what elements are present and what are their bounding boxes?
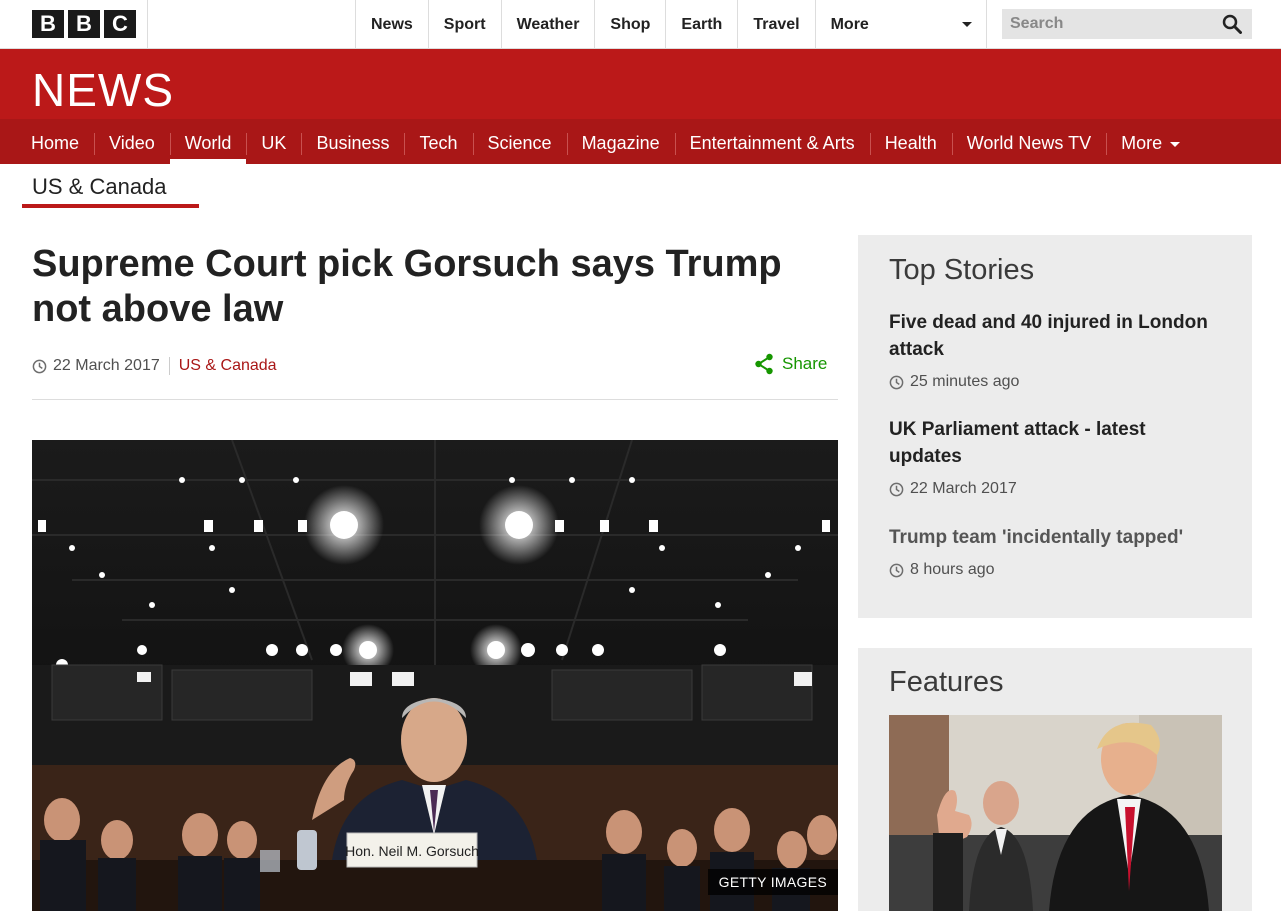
top-story-time: 8 hours ago [910, 561, 995, 578]
subsection-tab[interactable]: US & Canada [22, 164, 199, 208]
search-input[interactable] [1002, 9, 1202, 39]
top-story-timestamp: 22 March 2017 [889, 480, 1219, 498]
news-nav: Home Video World UK Business Tech Scienc… [0, 119, 1281, 164]
global-nav: News Sport Weather Shop Earth Travel Mor… [355, 0, 987, 49]
article-section-link[interactable]: US & Canada [179, 357, 277, 375]
masthead-divider [147, 0, 148, 49]
top-story-item[interactable]: Trump team 'incidentally tapped' 8 hours… [889, 524, 1219, 579]
article-hero-image[interactable]: Hon. Neil M. Gorsuch GETTY IMAGES [32, 440, 838, 911]
global-nav-travel[interactable]: Travel [737, 0, 814, 49]
article-meta: 22 March 2017 US & Canada [32, 355, 277, 377]
bbc-logo[interactable]: B B C [32, 10, 136, 38]
search-box [1002, 9, 1252, 39]
news-nav-more[interactable]: More [1106, 119, 1195, 164]
subsection-label: US & Canada [32, 174, 167, 199]
news-nav-magazine[interactable]: Magazine [566, 119, 675, 164]
news-nav-tech[interactable]: Tech [404, 119, 472, 164]
news-nav-business[interactable]: Business [301, 119, 404, 164]
news-nav-science[interactable]: Science [472, 119, 567, 164]
top-story-item[interactable]: UK Parliament attack - latest updates 22… [889, 416, 1219, 498]
top-story-timestamp: 8 hours ago [889, 561, 1219, 579]
chevron-down-icon [961, 22, 972, 27]
top-story-timestamp: 25 minutes ago [889, 373, 1219, 391]
top-stories-panel: Top Stories Five dead and 40 injured in … [858, 235, 1252, 618]
bbc-masthead: B B C News Sport Weather Shop Earth Trav… [0, 0, 1281, 49]
share-label: Share [782, 354, 828, 373]
logo-letter: B [68, 10, 100, 38]
feature-image[interactable] [889, 715, 1222, 911]
meta-divider [168, 357, 170, 375]
news-nav-entertainment[interactable]: Entertainment & Arts [674, 119, 870, 164]
article-headline: Supreme Court pick Gorsuch says Trump no… [32, 243, 782, 330]
clock-icon [32, 359, 47, 373]
logo-letter: B [32, 10, 64, 38]
logo-letter: C [104, 10, 136, 38]
news-wordmark[interactable]: NEWS [32, 63, 174, 117]
share-icon [755, 353, 773, 375]
features-panel: Features [858, 648, 1252, 911]
global-nav-more-label: More [830, 16, 869, 33]
top-story-item[interactable]: Five dead and 40 injured in London attac… [889, 309, 1219, 391]
global-nav-shop[interactable]: Shop [594, 0, 665, 49]
feature-photo-illustration [889, 715, 1222, 911]
news-nav-uk[interactable]: UK [246, 119, 301, 164]
news-nav-world[interactable]: World [169, 119, 247, 164]
top-story-title[interactable]: UK Parliament attack - latest updates [889, 416, 1219, 470]
global-nav-weather[interactable]: Weather [500, 0, 595, 49]
hearing-room-illustration: Hon. Neil M. Gorsuch [32, 440, 838, 911]
clock-icon [889, 563, 904, 577]
meta-divider-line [32, 399, 838, 400]
news-nav-home[interactable]: Home [16, 119, 94, 164]
chevron-down-icon [1170, 141, 1181, 147]
article-date: 22 March 2017 [53, 357, 160, 374]
clock-icon [889, 482, 904, 496]
top-story-time: 22 March 2017 [910, 480, 1017, 497]
top-story-time: 25 minutes ago [910, 373, 1020, 390]
news-nav-video[interactable]: Video [94, 119, 170, 164]
news-nav-world-news-tv[interactable]: World News TV [951, 119, 1106, 164]
top-story-title[interactable]: Five dead and 40 injured in London attac… [889, 309, 1219, 363]
global-nav-more[interactable]: More [814, 0, 987, 49]
global-nav-news[interactable]: News [355, 0, 428, 49]
clock-icon [889, 375, 904, 389]
top-story-title[interactable]: Trump team 'incidentally tapped' [889, 524, 1219, 551]
image-credit: GETTY IMAGES [707, 869, 838, 895]
share-button[interactable]: Share [754, 352, 827, 376]
witness-nameplate: Hon. Neil M. Gorsuch [345, 843, 479, 859]
news-header: NEWS Home Video World UK Business Tech S… [0, 49, 1281, 164]
global-nav-earth[interactable]: Earth [665, 0, 737, 49]
news-nav-health[interactable]: Health [869, 119, 952, 164]
features-title: Features [889, 666, 1004, 698]
search-icon[interactable] [1222, 14, 1242, 34]
news-nav-more-label: More [1121, 133, 1163, 153]
top-stories-title: Top Stories [889, 254, 1035, 286]
global-nav-sport[interactable]: Sport [427, 0, 501, 49]
